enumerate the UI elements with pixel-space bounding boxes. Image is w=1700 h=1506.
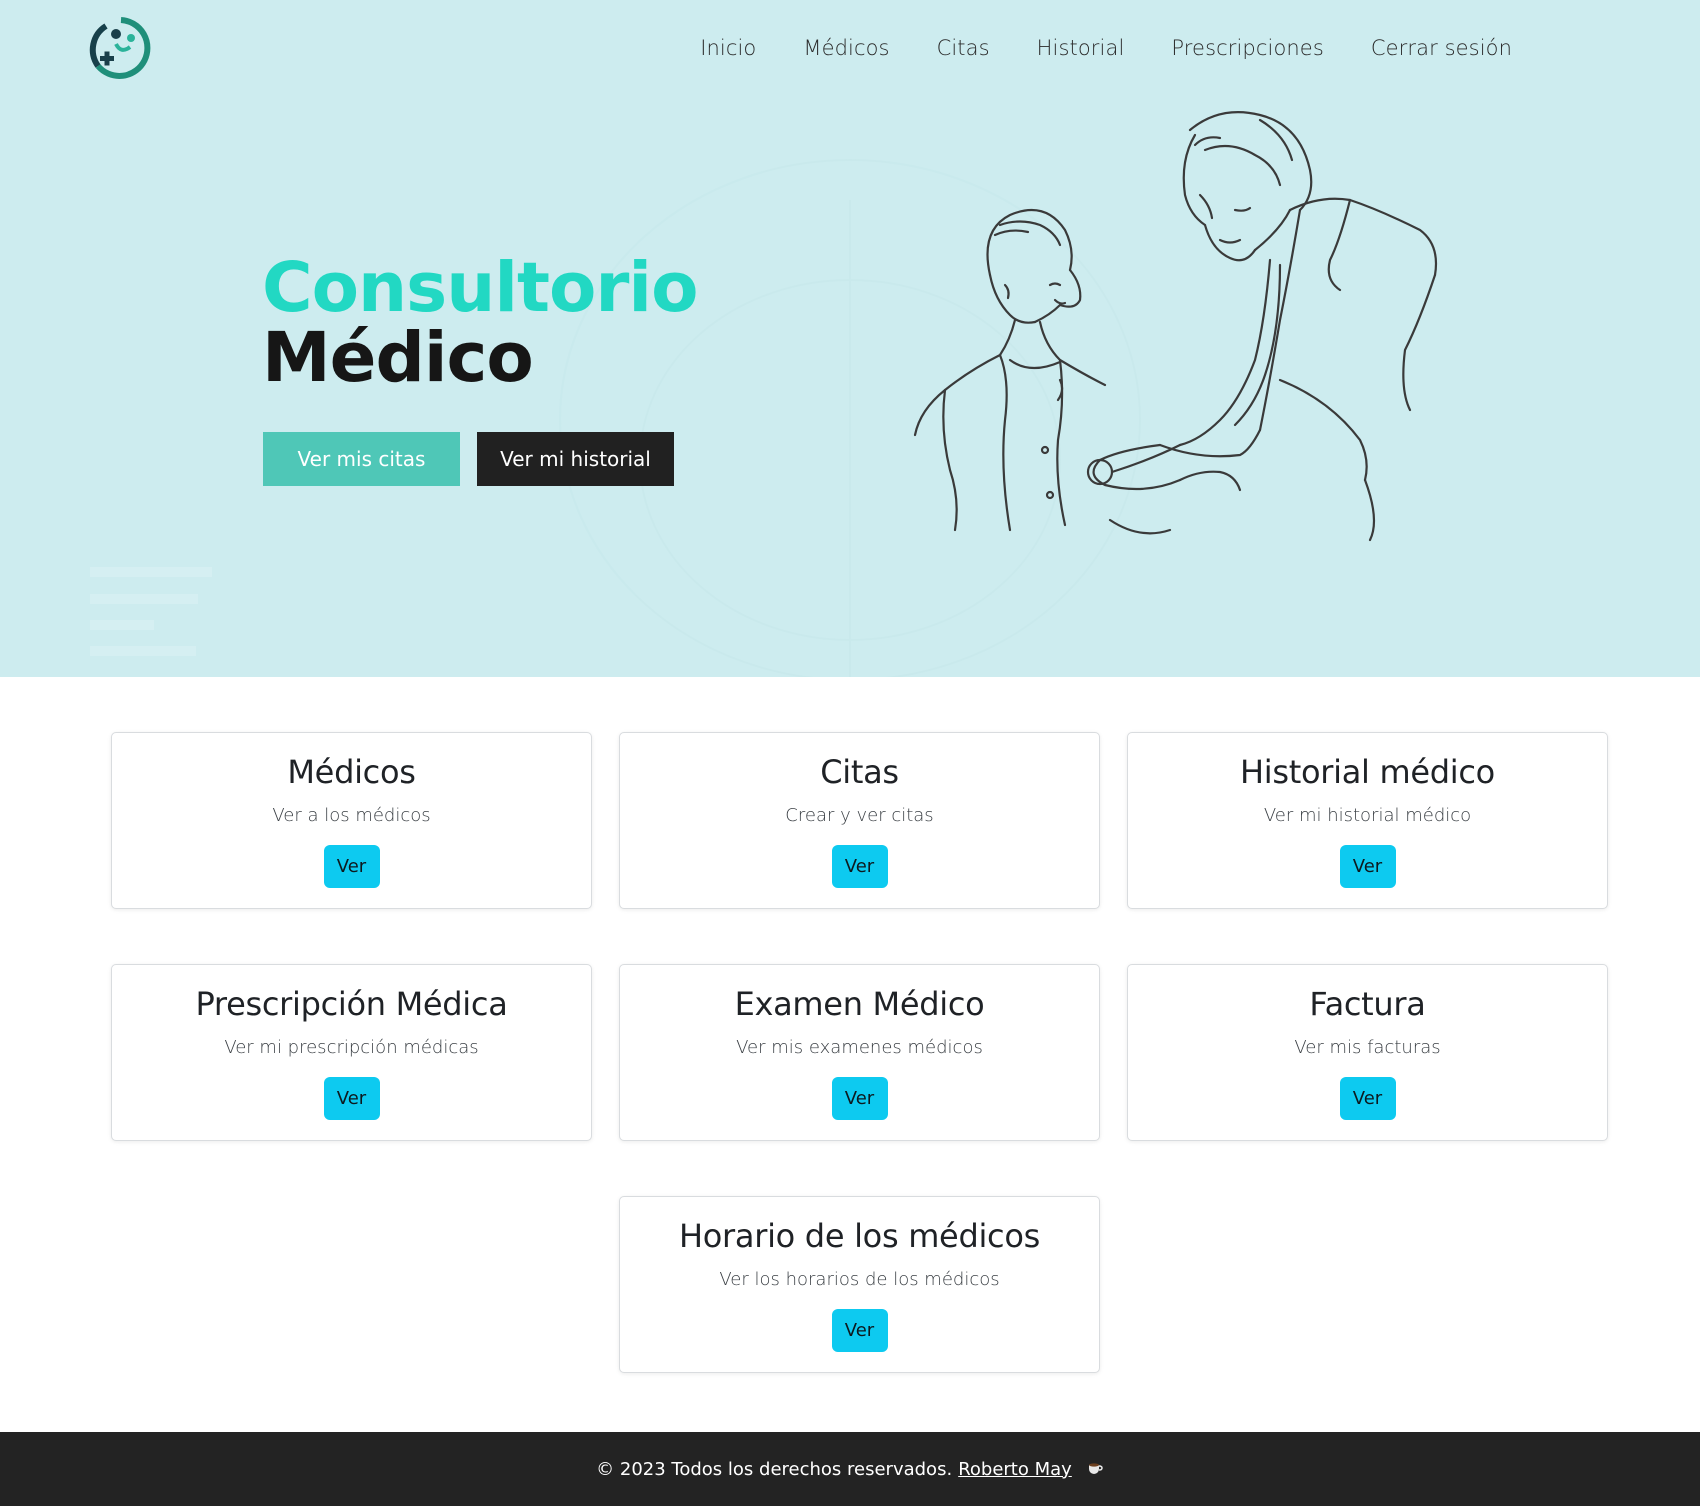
card-medicos: Médicos Ver a los médicos Ver <box>111 732 592 909</box>
nav-item-citas[interactable]: Citas <box>937 36 990 60</box>
ver-historial-button[interactable]: Ver <box>1339 845 1396 888</box>
ver-citas-button[interactable]: Ver <box>831 845 888 888</box>
card-factura: Factura Ver mis facturas Ver <box>1127 964 1608 1141</box>
nav-item-prescripciones[interactable]: Prescripciones <box>1171 36 1323 60</box>
hero-title-line1: Consultorio <box>262 248 698 328</box>
coffee-icon <box>1086 1458 1104 1481</box>
nav-item-cerrar-sesion[interactable]: Cerrar sesión <box>1371 36 1512 60</box>
nav-item-medicos[interactable]: Médicos <box>803 36 889 60</box>
card-text: Ver mi historial médico <box>1263 805 1472 826</box>
footer-author-link[interactable]: Roberto May <box>958 1459 1072 1480</box>
card-title: Horario de los médicos <box>679 1217 1040 1255</box>
page-footer: © 2023 Todos los derechos reservados. Ro… <box>0 1432 1700 1506</box>
ver-mi-historial-button[interactable]: Ver mi historial <box>477 432 674 486</box>
clinic-logo-icon[interactable] <box>86 14 156 84</box>
footer-copyright: © 2023 Todos los derechos reservados. <box>596 1458 953 1480</box>
ver-examen-button[interactable]: Ver <box>831 1077 888 1120</box>
card-text: Ver los horarios de los médicos <box>719 1269 1000 1290</box>
card-text: Ver a los médicos <box>272 805 431 826</box>
card-title: Médicos <box>287 753 416 791</box>
card-title: Examen Médico <box>734 985 985 1023</box>
card-text: Ver mis examenes médicos <box>736 1037 983 1058</box>
doctor-child-illustration <box>913 111 1438 542</box>
hero-section: Inicio Médicos Citas Historial Prescripc… <box>0 0 1700 677</box>
card-prescripcion-medica: Prescripción Médica Ver mi prescripción … <box>111 964 592 1141</box>
ver-prescripcion-button[interactable]: Ver <box>323 1077 380 1120</box>
card-text: Crear y ver citas <box>785 805 934 826</box>
nav-item-historial[interactable]: Historial <box>1037 36 1125 60</box>
hero-title-line2: Médico <box>262 318 534 398</box>
ver-medicos-button[interactable]: Ver <box>323 845 380 888</box>
ver-mis-citas-button[interactable]: Ver mis citas <box>263 432 460 486</box>
card-text: Ver mi prescripción médicas <box>224 1037 479 1058</box>
card-title: Prescripción Médica <box>195 985 508 1023</box>
card-text: Ver mis facturas <box>1294 1037 1441 1058</box>
ver-facturas-button[interactable]: Ver <box>1339 1077 1396 1120</box>
main-nav: Inicio Médicos Citas Historial Prescripc… <box>700 36 1512 60</box>
card-title: Historial médico <box>1240 753 1495 791</box>
card-title: Factura <box>1309 985 1426 1023</box>
card-citas: Citas Crear y ver citas Ver <box>619 732 1100 909</box>
card-historial-medico: Historial médico Ver mi historial médico… <box>1127 732 1608 909</box>
nav-item-inicio[interactable]: Inicio <box>700 36 756 60</box>
card-title: Citas <box>820 753 899 791</box>
ver-horarios-button[interactable]: Ver <box>831 1309 888 1352</box>
card-horario-medicos: Horario de los médicos Ver los horarios … <box>619 1196 1100 1373</box>
card-examen-medico: Examen Médico Ver mis examenes médicos V… <box>619 964 1100 1141</box>
